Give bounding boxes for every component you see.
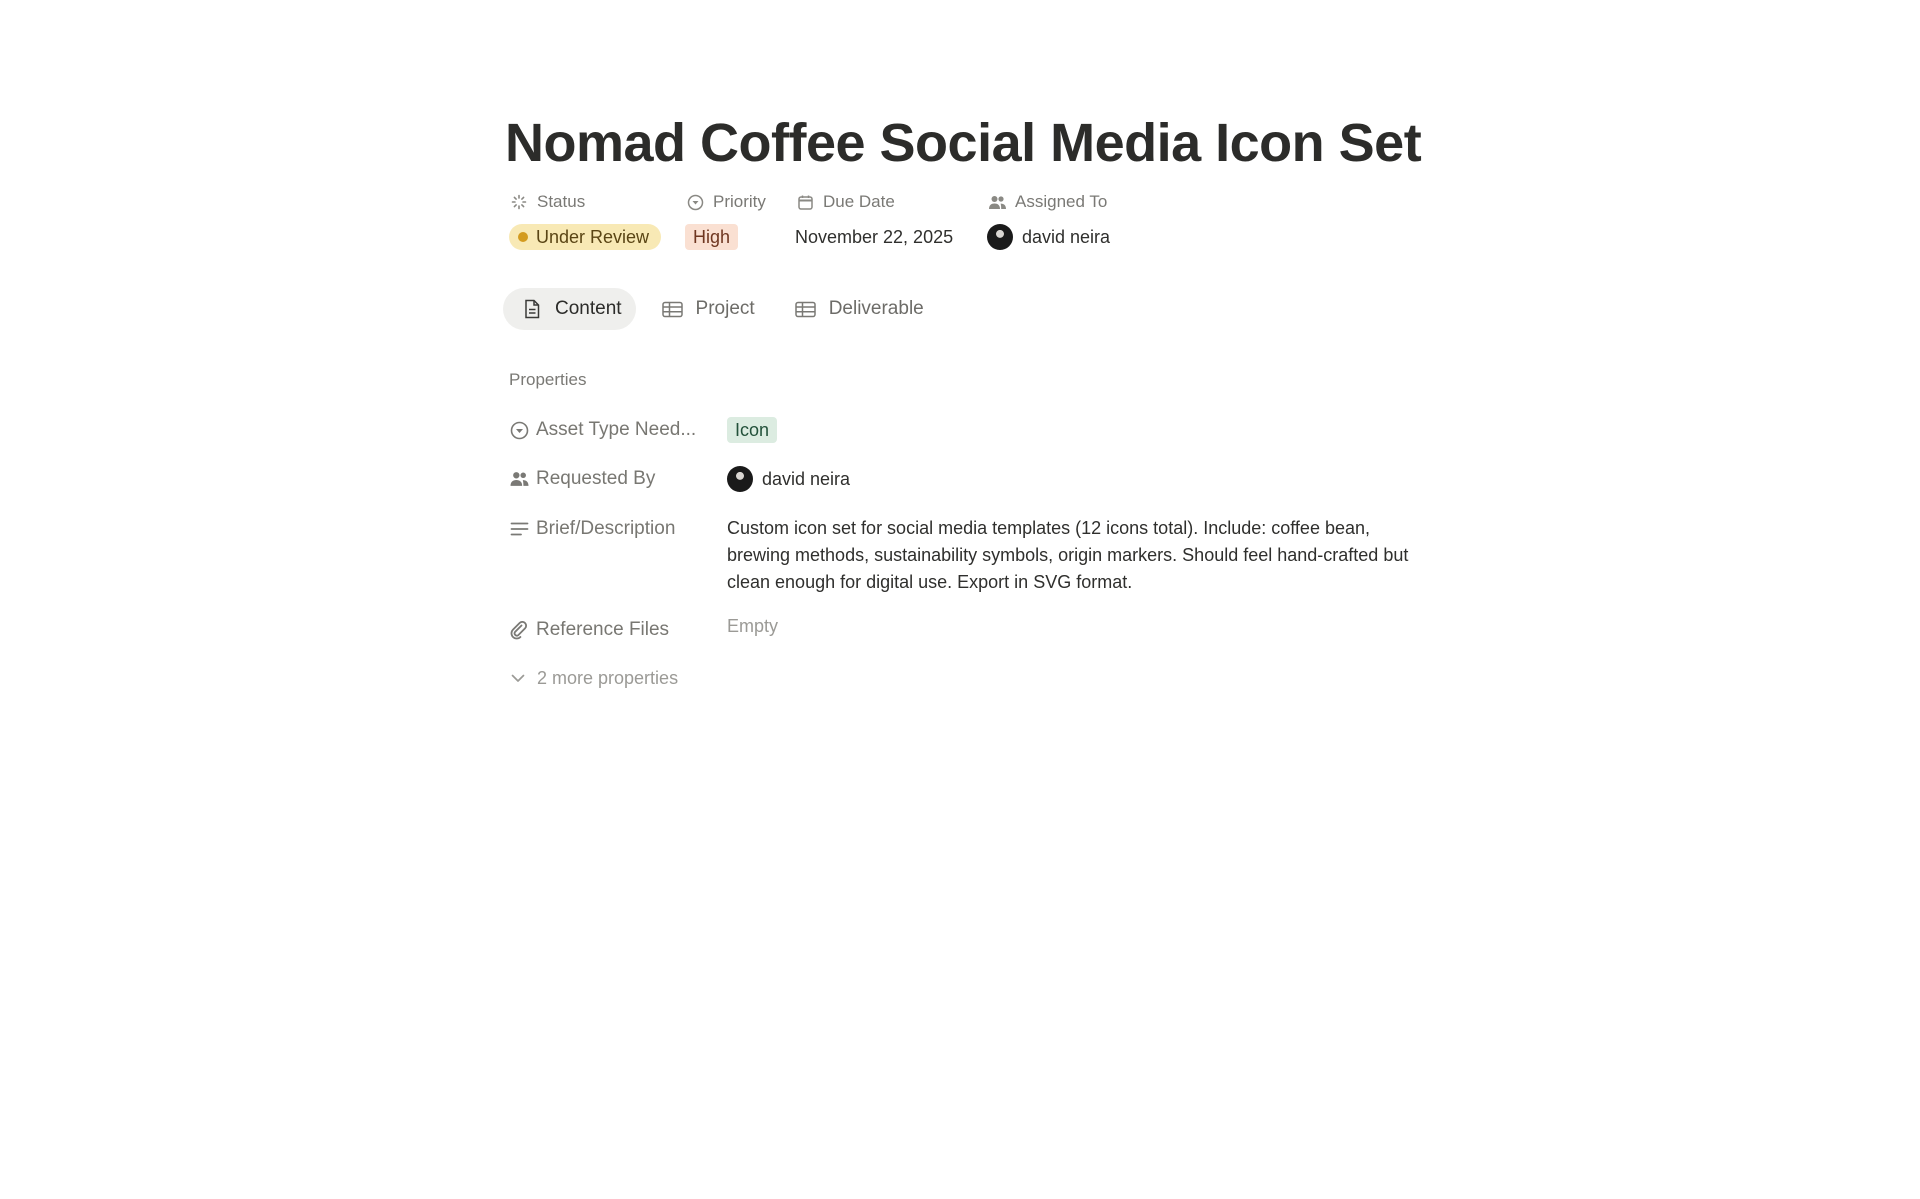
tab-deliverable[interactable]: Deliverable — [777, 288, 938, 330]
assigned-to-label: Assigned To — [1015, 192, 1108, 211]
tab-label: Deliverable — [828, 298, 924, 319]
tab-label: Content — [555, 298, 622, 319]
status-label: Status — [537, 192, 586, 211]
requested-by-value: david neira — [762, 468, 851, 489]
select-circle-icon — [509, 420, 530, 441]
people-icon — [509, 469, 530, 490]
priority-label: Priority — [713, 192, 766, 211]
header-property-assigned-to: Assigned To david neira — [987, 190, 1110, 250]
reference-files-key[interactable]: Reference Files — [509, 616, 669, 644]
table-icon — [795, 298, 817, 320]
assigned-to-value: david neira — [1022, 226, 1111, 247]
requested-by-value-cell[interactable]: david neira — [727, 465, 850, 493]
text-lines-icon — [509, 519, 530, 540]
due-date-label: Due Date — [823, 192, 895, 211]
avatar — [987, 224, 1013, 250]
brief-key[interactable]: Brief/Description — [509, 515, 675, 543]
view-tabs: Content Project Deliverable — [503, 288, 938, 330]
status-spinner-icon — [509, 192, 529, 212]
priority-badge[interactable]: High — [685, 224, 739, 250]
asset-type-tag: Icon — [727, 417, 778, 443]
tab-content[interactable]: Content — [503, 288, 636, 330]
properties-section-label: Properties — [509, 370, 587, 389]
header-property-status: Status Under Review — [509, 190, 662, 250]
brief-value-cell[interactable]: Custom icon set for social media templat… — [727, 515, 1427, 596]
priority-circle-icon — [685, 192, 705, 212]
asset-type-label: Asset Type Need... — [536, 419, 697, 440]
more-properties-toggle[interactable]: 2 more properties — [509, 664, 678, 692]
calendar-icon — [795, 192, 815, 212]
assigned-to-header[interactable]: Assigned To — [987, 190, 1107, 214]
brief-value: Custom icon set for social media templat… — [727, 518, 1409, 592]
tab-label: Project — [695, 298, 755, 319]
header-property-due-date: Due Date November 22, 2025 — [795, 190, 953, 247]
more-properties-label: 2 more properties — [537, 667, 679, 688]
assigned-to-person[interactable]: david neira — [987, 224, 1110, 250]
priority-header[interactable]: Priority — [685, 190, 766, 214]
reference-files-label: Reference Files — [536, 619, 670, 640]
status-badge[interactable]: Under Review — [509, 224, 662, 250]
status-value: Under Review — [536, 226, 650, 247]
table-icon — [662, 298, 684, 320]
reference-files-value-cell[interactable]: Empty — [727, 612, 778, 640]
page-title[interactable]: Nomad Coffee Social Media Icon Set — [505, 108, 1422, 178]
paperclip-icon — [509, 620, 530, 641]
due-date-value[interactable]: November 22, 2025 — [795, 227, 953, 248]
requested-by-key[interactable]: Requested By — [509, 465, 655, 493]
people-icon — [987, 192, 1007, 212]
reference-files-empty: Empty — [727, 615, 779, 636]
due-date-header[interactable]: Due Date — [795, 190, 895, 214]
header-property-priority: Priority High — [685, 190, 766, 250]
avatar — [727, 466, 753, 492]
status-dot — [518, 232, 528, 242]
brief-label: Brief/Description — [536, 518, 676, 539]
tab-project[interactable]: Project — [644, 288, 769, 330]
asset-type-value-cell[interactable]: Icon — [727, 416, 778, 444]
asset-type-key[interactable]: Asset Type Need... — [509, 416, 696, 444]
requested-by-label: Requested By — [536, 468, 656, 489]
document-icon — [521, 298, 543, 320]
chevron-down-icon — [509, 669, 527, 687]
status-header[interactable]: Status — [509, 190, 585, 214]
